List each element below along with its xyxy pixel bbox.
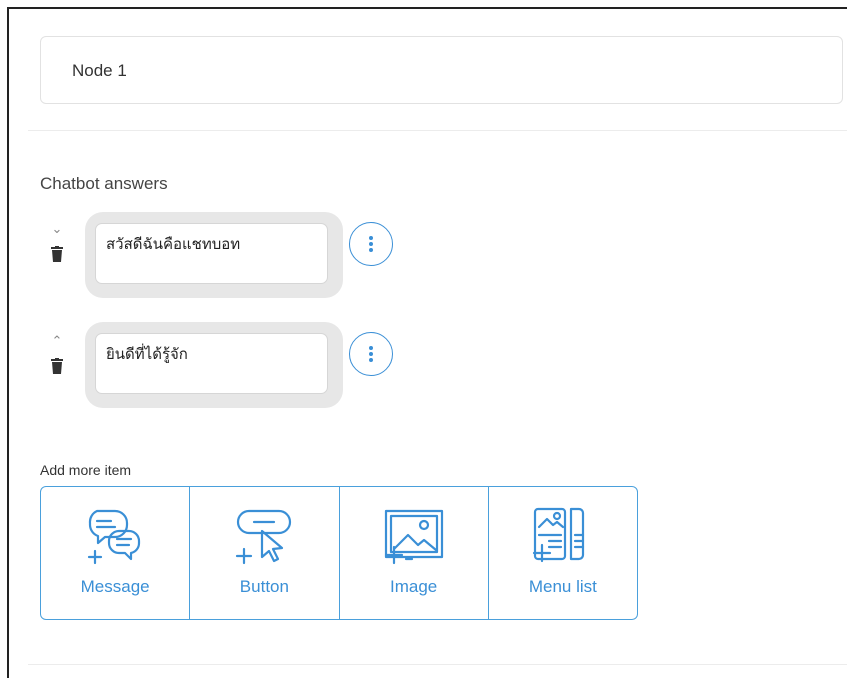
image-icon	[384, 509, 443, 565]
add-message-label: Message	[80, 577, 150, 596]
message-icon	[88, 509, 141, 565]
add-image-label: Image	[390, 577, 438, 596]
add-menu-list-label: Menu list	[528, 577, 597, 596]
kebab-icon	[369, 346, 373, 362]
trash-icon[interactable]	[51, 358, 63, 374]
more-options-button[interactable]	[349, 222, 393, 266]
menu-list-icon	[532, 507, 584, 563]
answer-card: ยินดีที่ได้รู้จัก	[85, 322, 343, 408]
add-menu-list-button[interactable]: Menu list	[489, 487, 637, 619]
add-more-label: Add more item	[40, 462, 132, 478]
answer-1-controls: ⌄	[46, 222, 68, 262]
add-button-label: Button	[239, 577, 289, 596]
answer-card: สวัสดีฉันคือแชทบอท	[85, 212, 343, 298]
chevron-up-icon[interactable]: ⌃	[46, 334, 68, 348]
button-icon	[236, 509, 292, 565]
more-options-button[interactable]	[349, 332, 393, 376]
divider	[28, 664, 847, 665]
chevron-down-icon[interactable]: ⌄	[46, 222, 68, 236]
add-message-button[interactable]: Message	[41, 487, 191, 619]
add-button-button[interactable]: Button	[190, 487, 340, 619]
answer-2-controls: ⌃	[46, 334, 68, 374]
answer-text-field[interactable]: สวัสดีฉันคือแชทบอท	[95, 223, 328, 284]
divider	[28, 130, 847, 131]
section-label: Chatbot answers	[40, 174, 168, 193]
kebab-icon	[369, 236, 373, 252]
add-item-grid: Message Button Image Menu list	[40, 486, 638, 620]
node-title-field[interactable]: Node 1	[40, 36, 843, 104]
answer-text-field[interactable]: ยินดีที่ได้รู้จัก	[95, 333, 328, 394]
add-image-button[interactable]: Image	[340, 487, 489, 619]
trash-icon[interactable]	[51, 246, 63, 262]
